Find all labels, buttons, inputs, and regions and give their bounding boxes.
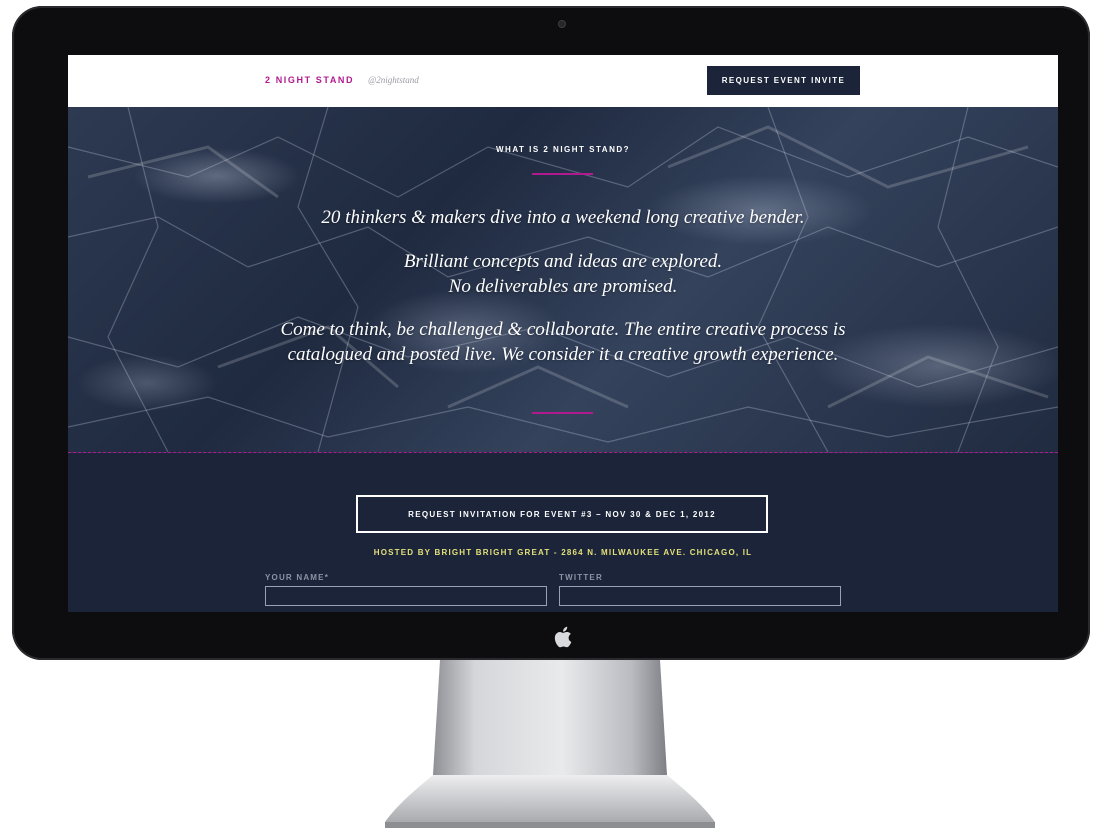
- site-header: 2 NIGHT STAND @2nightstand REQUEST EVENT…: [68, 55, 1058, 107]
- camera-icon: [558, 20, 566, 28]
- website-screen: 2 NIGHT STAND @2nightstand REQUEST EVENT…: [68, 55, 1058, 612]
- request-event-invite-button[interactable]: REQUEST EVENT INVITE: [707, 66, 860, 95]
- hero-paragraph-2-line-1: Brilliant concepts and ideas are explore…: [403, 251, 723, 272]
- twitter-label: TWITTER: [559, 573, 603, 582]
- hero-eyebrow: WHAT IS 2 NIGHT STAND?: [495, 145, 631, 154]
- invite-form-section: REQUEST INVITATION FOR EVENT #3 – NOV 30…: [68, 453, 1058, 612]
- apple-logo-icon: [554, 626, 572, 648]
- monitor-stand: [385, 660, 715, 828]
- hero-paragraph-2: Brilliant concepts and ideas are explore…: [263, 249, 863, 299]
- brand-link[interactable]: 2 NIGHT STAND: [265, 75, 354, 85]
- monitor-bezel: 2 NIGHT STAND @2nightstand REQUEST EVENT…: [12, 6, 1090, 660]
- twitter-input[interactable]: [559, 586, 841, 606]
- request-invitation-button[interactable]: REQUEST INVITATION FOR EVENT #3 – NOV 30…: [356, 495, 768, 533]
- name-input[interactable]: [265, 586, 547, 606]
- hero-section: WHAT IS 2 NIGHT STAND? 20 thinkers & mak…: [68, 107, 1058, 453]
- twitter-handle-link[interactable]: @2nightstand: [368, 75, 419, 85]
- accent-divider-bottom: [532, 412, 593, 414]
- hosted-by-text: HOSTED BY BRIGHT BRIGHT GREAT - 2864 N. …: [373, 548, 753, 557]
- hero-paragraph-2-line-2: No deliverables are promised.: [448, 276, 678, 297]
- accent-divider-top: [532, 173, 593, 175]
- name-label: YOUR NAME*: [265, 573, 330, 582]
- hero-paragraph-3: Come to think, be challenged & collabora…: [280, 319, 846, 365]
- hero-paragraph-1: 20 thinkers & makers dive into a weekend…: [321, 207, 805, 228]
